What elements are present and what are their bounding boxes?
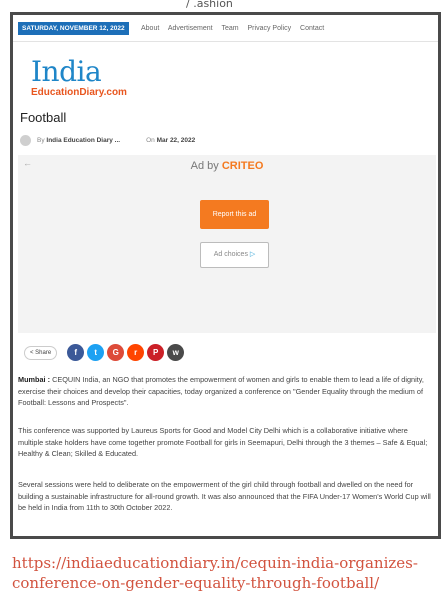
paragraph-1-text: CEQUIN India, an NGO that promotes the e…	[18, 375, 424, 407]
nav-link-advertisement[interactable]: Advertisement	[168, 25, 213, 32]
article-paragraph-2: This conference was supported by Laureus…	[18, 426, 428, 458]
criteo-logo: CRITEO	[221, 160, 264, 172]
share-button[interactable]: < Share	[24, 345, 58, 360]
share-icons: ftGrPw	[67, 344, 187, 361]
report-ad-button[interactable]: Report this ad	[200, 200, 269, 229]
reddit-icon[interactable]: r	[127, 344, 145, 361]
facebook-icon[interactable]: f	[67, 344, 85, 361]
article-paragraph-3: Several sessions were held to deliberate…	[18, 480, 431, 512]
article-byline: By India Education Diary ... On Mar 22, …	[20, 135, 195, 146]
whatsapp-icon[interactable]: w	[167, 344, 185, 361]
ad-choices-button[interactable]: Ad choices ▷	[200, 242, 269, 268]
nav-link-privacy-policy[interactable]: Privacy Policy	[248, 25, 292, 32]
nav-link-team[interactable]: Team	[221, 25, 238, 32]
cropped-header-text: / .ashion	[186, 0, 233, 10]
ad-choices-label: Ad choices	[213, 251, 248, 258]
logo-wordmark: India	[31, 55, 102, 88]
ad-block: ← Ad by CRITEO Report this ad Ad choices…	[18, 155, 436, 333]
byline-date-wrap: On Mar 22, 2022	[146, 137, 195, 144]
author-avatar-icon	[20, 135, 31, 146]
top-bar: SATURDAY, NOVEMBER 12, 2022 About Advert…	[13, 15, 438, 42]
date-badge: SATURDAY, NOVEMBER 12, 2022	[18, 22, 129, 35]
google-icon[interactable]: G	[107, 344, 125, 361]
dateline: Mumbai :	[18, 375, 51, 384]
article-title: Football	[20, 110, 67, 125]
ad-by-label: Ad by CRITEO	[18, 160, 436, 172]
article-paragraph-1: Mumbai : CEQUIN India, an NGO that promo…	[18, 374, 434, 409]
top-nav: About Advertisement Team Privacy Policy …	[141, 25, 331, 32]
byline-by: By	[37, 137, 45, 144]
webpage-screenshot: SATURDAY, NOVEMBER 12, 2022 About Advert…	[10, 12, 441, 539]
share-bar: < Share ftGrPw	[24, 344, 187, 361]
publish-date: Mar 22, 2022	[156, 137, 196, 144]
nav-link-about[interactable]: About	[141, 25, 159, 32]
byline-on: On	[146, 137, 155, 144]
site-logo[interactable]: India EducationDiary.com	[31, 55, 127, 99]
source-url-link[interactable]: https://indiaeducationdiary.in/cequin-in…	[12, 553, 437, 593]
ad-by-text: Ad by	[190, 160, 219, 172]
logo-subtitle: EducationDiary.com	[31, 87, 127, 98]
pinterest-icon[interactable]: P	[147, 344, 165, 361]
ad-choices-icon: ▷	[249, 251, 256, 258]
author-link[interactable]: India Education Diary ...	[46, 137, 120, 144]
twitter-icon[interactable]: t	[87, 344, 105, 361]
nav-link-contact[interactable]: Contact	[300, 25, 324, 32]
